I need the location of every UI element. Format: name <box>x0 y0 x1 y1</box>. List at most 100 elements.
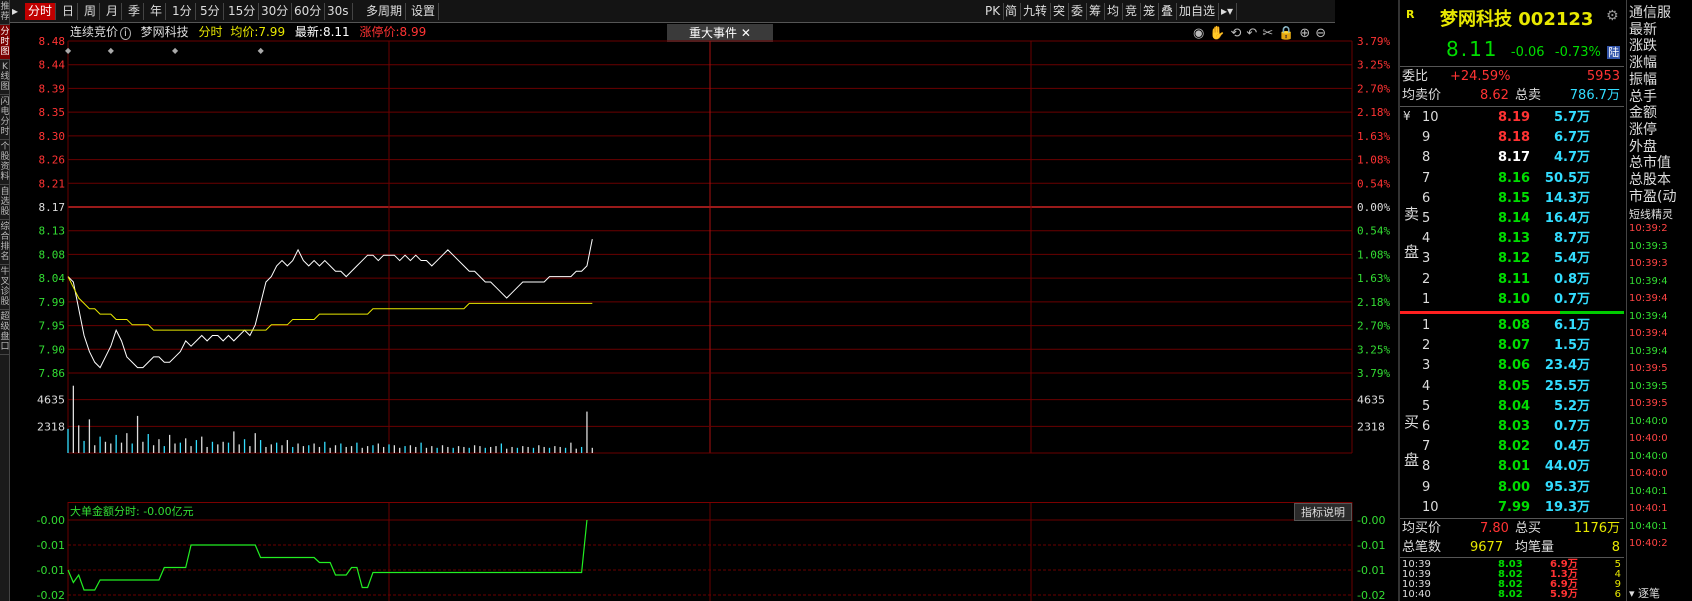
bottom-tab-tick[interactable]: ▾ 逐笔 <box>1629 585 1660 601</box>
ask-price: 8.18 <box>1498 130 1531 146</box>
bid-volume: 0.4万 <box>1553 439 1590 455</box>
indicator-tick-label: -0.02 <box>37 589 65 601</box>
event-marker-icon[interactable]: ◆ <box>172 46 179 55</box>
bid-row[interactable]: 5 8.04 5.2万 <box>1400 397 1624 416</box>
volume-tick-label: 4635 <box>37 394 65 407</box>
pct-tick-label: 3.25% <box>1357 343 1390 356</box>
bid-price: 8.07 <box>1498 338 1531 354</box>
total-trades-value: 9677 <box>1470 540 1504 555</box>
bid-price: 7.99 <box>1498 499 1531 515</box>
ask-price: 8.10 <box>1498 291 1531 307</box>
bid-row[interactable]: 9 8.00 95.3万 <box>1400 478 1624 497</box>
indicator-tick-label: -0.00 <box>37 514 65 527</box>
ask-price: 8.11 <box>1498 271 1531 287</box>
ask-row[interactable]: 3 8.12 5.4万 <box>1400 249 1624 268</box>
bid-row[interactable]: 8 8.01 44.0万 <box>1400 457 1624 476</box>
bid-level: 9 <box>1422 479 1431 495</box>
dropdown-arrow-icon[interactable]: ▾ <box>1629 587 1638 600</box>
ask-price: 8.13 <box>1498 231 1531 247</box>
bid-volume: 95.3万 <box>1544 479 1590 495</box>
pct-tick-label: 3.79% <box>1357 367 1390 380</box>
avg-sell-value: 8.62 <box>1480 88 1509 103</box>
side-label: 市盈(动 <box>1629 188 1677 205</box>
short-line-time: 10:40:0 <box>1629 433 1668 444</box>
ask-volume: 0.7万 <box>1553 291 1590 307</box>
ask-row[interactable]: 7 8.16 50.5万 <box>1400 169 1624 188</box>
ask-row[interactable]: 6 8.15 14.3万 <box>1400 189 1624 208</box>
trades-row: 总笔数 9677 均笔量 8 <box>1400 538 1624 557</box>
price-tick-label: 7.99 <box>39 296 66 309</box>
r-tag: R <box>1406 8 1415 21</box>
ask-level: 7 <box>1422 170 1431 186</box>
pct-tick-label: 0.00% <box>1357 201 1390 214</box>
ask-price: 8.17 <box>1498 150 1531 166</box>
ask-row[interactable]: 9 8.18 6.7万 <box>1400 128 1624 147</box>
event-marker-icon[interactable]: ◆ <box>108 46 115 55</box>
volume-tick-label: 2318 <box>37 420 65 433</box>
bid-volume: 1.5万 <box>1553 338 1590 354</box>
avg-trade-label: 均笔量 <box>1515 540 1555 555</box>
quote-code: 002123 <box>1518 9 1594 30</box>
ask-volume: 4.7万 <box>1553 150 1590 166</box>
bid-row[interactable]: 7 8.02 0.4万 <box>1400 437 1624 456</box>
price-tick-label: 8.44 <box>39 59 66 72</box>
bid-level: 1 <box>1422 318 1431 333</box>
short-line-time: 10:40:0 <box>1629 468 1668 479</box>
short-line-time: 10:40:1 <box>1629 485 1668 497</box>
short-line-time: 10:39:5 <box>1629 398 1668 409</box>
ask-price: 8.12 <box>1498 251 1531 267</box>
ask-volume: 50.5万 <box>1544 170 1590 186</box>
price-tick-label: 8.13 <box>39 225 66 238</box>
bid-row[interactable]: 6 8.03 0.7万 <box>1400 417 1624 436</box>
ask-row[interactable]: 1 8.10 0.7万 <box>1400 290 1624 309</box>
short-line-time: 10:40:0 <box>1629 415 1668 427</box>
ask-row[interactable]: 4 8.13 8.7万 <box>1400 229 1624 248</box>
ask-volume: 5.7万 <box>1553 110 1590 125</box>
quote-price: 8.11 <box>1446 37 1499 61</box>
pct-tick-label: 1.08% <box>1357 154 1390 167</box>
ask-level: 4 <box>1422 231 1431 247</box>
bid-row[interactable]: 4 8.05 25.5万 <box>1400 377 1624 396</box>
avg-buy-value: 7.80 <box>1480 521 1509 536</box>
short-line-time: 10:39:4 <box>1629 275 1668 287</box>
indicator-header: 大单金额分时: -0.00亿元 指标说明 <box>68 502 1352 521</box>
ask-level: 9 <box>1422 130 1431 146</box>
ask-row[interactable]: 8 8.17 4.7万 <box>1400 148 1624 167</box>
indicator-help-button[interactable]: 指标说明 <box>1294 503 1352 521</box>
avg-sell-label: 均卖价 <box>1402 88 1442 103</box>
bid-price: 8.01 <box>1498 459 1531 475</box>
ask-level: 10 <box>1422 110 1439 125</box>
ask-row[interactable]: 10 8.19 5.7万 <box>1400 108 1624 127</box>
ask-level: 8 <box>1422 150 1431 166</box>
short-line-time: 10:40:0 <box>1629 450 1668 462</box>
indicator-tick-label: -0.01 <box>37 539 65 552</box>
ask-volume: 14.3万 <box>1544 190 1590 206</box>
ask-price: 8.19 <box>1498 110 1531 125</box>
event-marker-icon[interactable]: ◆ <box>65 46 72 55</box>
volume-tick-label-right: 4635 <box>1357 394 1385 407</box>
price-tick-label: 8.48 <box>39 35 66 48</box>
settings-gear-icon[interactable]: ⚙ <box>1606 8 1619 24</box>
event-marker-icon[interactable]: ◆ <box>258 46 265 55</box>
ask-row[interactable]: 2 8.11 0.8万 <box>1400 270 1624 289</box>
pct-tick-label: 3.25% <box>1357 59 1390 72</box>
price-tick-label: 7.90 <box>39 343 66 356</box>
price-line: 8.11 -0.06 -0.73% 陆 <box>1446 37 1621 61</box>
price-tick-label: 8.04 <box>39 272 66 285</box>
avg-buy-row: 均买价 7.80 总买 1176万 <box>1400 519 1624 538</box>
short-line-time: 10:39:4 <box>1629 328 1668 339</box>
bid-row[interactable]: 1 8.08 6.1万 <box>1400 316 1624 335</box>
bid-row[interactable]: 10 7.99 19.3万 <box>1400 498 1624 517</box>
ask-row[interactable]: 5 8.14 16.4万 <box>1400 209 1624 228</box>
bid-row[interactable]: 2 8.07 1.5万 <box>1400 336 1624 355</box>
trade-volume: 5.9万 <box>1550 589 1578 600</box>
weibi-row: 委比 +24.59% 5953 <box>1400 67 1624 86</box>
avg-buy-label: 均买价 <box>1402 521 1442 536</box>
avg-price-line <box>67 276 593 331</box>
short-line-time: 10:40:1 <box>1629 520 1668 532</box>
short-line-time: 10:39:3 <box>1629 240 1668 252</box>
ask-volume: 8.7万 <box>1553 231 1590 247</box>
bid-row[interactable]: 3 8.06 23.4万 <box>1400 356 1624 375</box>
short-line-title[interactable]: 短线精灵 <box>1629 206 1673 222</box>
ask-level: 6 <box>1422 190 1431 206</box>
